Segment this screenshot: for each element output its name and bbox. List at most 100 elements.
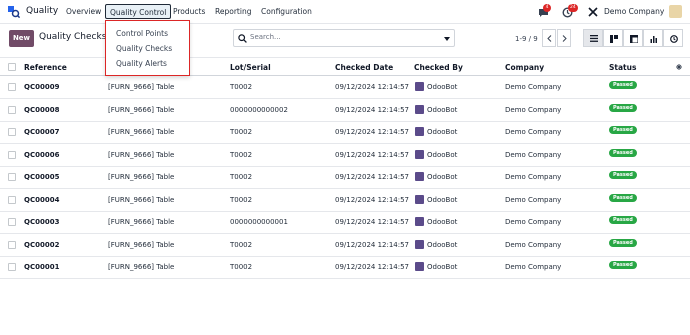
cell-product: [FURN_9666] Table xyxy=(108,173,175,181)
cell-reference: QC00008 xyxy=(24,105,60,114)
table-row[interactable]: QC00004 [FURN_9666] Table T0002 09/12/2024 … xyxy=(0,189,690,212)
user-avatar xyxy=(415,104,424,114)
cell-lot-serial: T0002 xyxy=(230,83,253,91)
table-row[interactable]: QC00002 [FURN_9666] Table T0002 09/12/2024 … xyxy=(0,234,690,257)
cell-reference: QC00006 xyxy=(24,150,60,159)
table-row[interactable]: QC00008 [FURN_9666] Table 0000000000002 09/… xyxy=(0,99,690,122)
status-badge: Passed xyxy=(609,171,637,179)
menu-control-points[interactable]: Control Points xyxy=(116,29,168,38)
cell-company: Demo Company xyxy=(505,128,562,136)
table-row[interactable]: QC00009 [FURN_9666] Table T0002 09/12/2024 … xyxy=(0,76,690,99)
activity-view-button[interactable] xyxy=(663,29,683,47)
new-button[interactable]: New xyxy=(9,30,34,47)
graph-view-button[interactable] xyxy=(643,29,663,47)
column-status[interactable]: Status xyxy=(609,63,636,72)
cell-company: Demo Company xyxy=(505,195,562,204)
select-all-checkbox[interactable] xyxy=(8,63,16,71)
page-title: Quality Checks xyxy=(39,32,107,42)
tools-icon[interactable] xyxy=(588,7,598,17)
cell-checked-date: 09/12/2024 12:14:57 xyxy=(335,173,410,181)
column-lot-serial[interactable]: Lot/Serial xyxy=(230,63,271,72)
cell-lot-serial: T0002 xyxy=(230,195,253,204)
chevron-right-icon xyxy=(562,35,567,42)
row-checkbox[interactable] xyxy=(8,240,16,249)
column-company[interactable]: Company xyxy=(505,63,544,72)
column-reference[interactable]: Reference xyxy=(24,63,67,72)
cell-checked-date: 09/12/2024 12:14:57 xyxy=(335,240,410,249)
status-badge: Passed xyxy=(609,193,637,202)
status-badge: Passed xyxy=(609,81,637,89)
cell-checked-date: 09/12/2024 12:14:57 xyxy=(335,128,410,136)
cell-lot-serial: 0000000000002 xyxy=(230,105,288,114)
table-row[interactable]: QC00005 [FURN_9666] Table T0002 09/12/2024 … xyxy=(0,166,690,189)
company-switcher[interactable]: Demo Company xyxy=(604,7,664,16)
nav-overview[interactable]: Overview xyxy=(66,7,101,16)
cell-company: Demo Company xyxy=(505,105,562,114)
row-checkbox[interactable] xyxy=(8,150,16,159)
column-checked-by[interactable]: Checked By xyxy=(414,63,463,72)
user-avatar xyxy=(415,262,424,271)
status-badge: Passed xyxy=(609,103,637,112)
quality-app-icon[interactable] xyxy=(8,6,20,18)
optional-columns-icon[interactable] xyxy=(675,63,683,71)
list-view-button[interactable] xyxy=(583,29,603,47)
cell-product: [FURN_9666] Table xyxy=(108,195,175,204)
cell-checked-by: OdooBot xyxy=(427,195,458,204)
cell-product: [FURN_9666] Table xyxy=(108,240,175,249)
pivot-view-button[interactable] xyxy=(623,29,643,47)
row-checkbox[interactable] xyxy=(8,128,16,136)
cell-reference: QC00009 xyxy=(24,83,60,91)
cell-checked-by: OdooBot xyxy=(427,105,458,114)
user-avatar xyxy=(415,239,424,249)
cell-company: Demo Company xyxy=(505,240,562,249)
pager-next-button[interactable] xyxy=(557,29,571,47)
table-row[interactable]: QC00007 [FURN_9666] Table T0002 09/12/2024 … xyxy=(0,121,690,144)
nav-quality-control[interactable]: Quality Control xyxy=(105,4,172,19)
menu-quality-checks[interactable]: Quality Checks xyxy=(116,44,172,53)
row-checkbox[interactable] xyxy=(8,173,16,181)
search-icon[interactable] xyxy=(238,34,247,43)
list-icon xyxy=(590,35,598,42)
user-avatar[interactable] xyxy=(669,5,682,18)
table-row[interactable]: QC00003 [FURN_9666] Table 0000000000001 09/… xyxy=(0,211,690,234)
nav-reporting[interactable]: Reporting xyxy=(215,7,251,16)
cell-product: [FURN_9666] Table xyxy=(108,150,175,159)
row-checkbox[interactable] xyxy=(8,263,16,271)
cell-product: [FURN_9666] Table xyxy=(108,83,175,91)
search-bar xyxy=(233,29,455,47)
row-checkbox[interactable] xyxy=(8,218,16,226)
cell-product: [FURN_9666] Table xyxy=(108,105,175,114)
nav-configuration[interactable]: Configuration xyxy=(261,7,312,16)
chevron-left-icon xyxy=(547,35,552,42)
pager-previous-button[interactable] xyxy=(542,29,556,47)
cell-checked-date: 09/12/2024 12:14:57 xyxy=(335,150,410,159)
user-avatar xyxy=(415,172,424,181)
activities-badge: 24 xyxy=(568,4,578,12)
cell-reference: QC00004 xyxy=(24,195,60,204)
cell-checked-by: OdooBot xyxy=(427,263,458,271)
menu-quality-alerts[interactable]: Quality Alerts xyxy=(116,59,167,68)
kanban-view-button[interactable] xyxy=(603,29,623,47)
nav-products[interactable]: Products xyxy=(173,7,205,16)
cell-checked-by: OdooBot xyxy=(427,128,458,136)
clock-icon xyxy=(670,35,678,43)
cell-reference: QC00007 xyxy=(24,128,60,136)
cell-checked-date: 09/12/2024 12:14:57 xyxy=(335,195,410,204)
table-row[interactable]: QC00006 [FURN_9666] Table T0002 09/12/2024 … xyxy=(0,144,690,167)
cell-company: Demo Company xyxy=(505,218,562,226)
cell-reference: QC00003 xyxy=(24,218,60,226)
cell-lot-serial: T0002 xyxy=(230,173,253,181)
search-input[interactable] xyxy=(250,33,430,41)
cell-checked-by: OdooBot xyxy=(427,218,458,226)
table-row[interactable]: QC00001 [FURN_9666] Table T0002 09/12/2024 … xyxy=(0,256,690,279)
app-name[interactable]: Quality xyxy=(26,6,58,16)
row-checkbox[interactable] xyxy=(8,195,16,204)
row-checkbox[interactable] xyxy=(8,105,16,114)
cell-lot-serial: T0002 xyxy=(230,150,253,159)
pager-value[interactable]: 1-9 / 9 xyxy=(515,35,538,43)
caret-down-icon[interactable] xyxy=(444,37,450,41)
cell-product: [FURN_9666] Table xyxy=(108,218,175,226)
row-checkbox[interactable] xyxy=(8,83,16,91)
cell-checked-by: OdooBot xyxy=(427,240,458,249)
column-checked-date[interactable]: Checked Date xyxy=(335,63,393,72)
